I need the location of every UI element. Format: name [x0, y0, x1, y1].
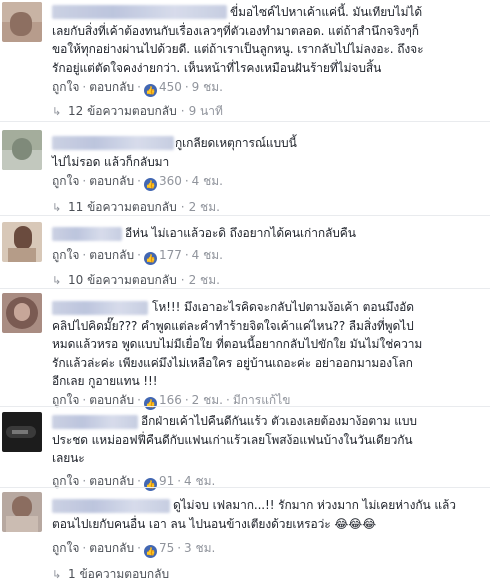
replies-time: 2 ชม.: [188, 273, 220, 287]
replies-link[interactable]: 1 ข้อความตอบกลับ: [68, 567, 169, 581]
view-replies[interactable]: ↳ 1 ข้อความตอบกลับ: [52, 566, 169, 582]
reply-link[interactable]: ตอบกลับ: [89, 248, 134, 262]
divider: [0, 121, 490, 122]
comment: อีห่น ไม่เอาแล้วอะดิ ถึงอยากได้คนเก่ากลั…: [0, 218, 490, 293]
comment-actions: ถูกใจ · ตอบกลับ · 👍 177 · 4 ชม.: [52, 248, 223, 265]
like-link[interactable]: ถูกใจ: [52, 474, 79, 488]
comment-text: โห!!! มึงเอาอะไรคิดจะกลับไปตามง้อเค้า ตอ…: [52, 300, 423, 388]
comment-actions: ถูกใจ · ตอบกลับ · 👍 360 · 4 ชม.: [52, 174, 223, 191]
comment-time[interactable]: 4 ชม.: [192, 248, 223, 262]
like-count[interactable]: 177: [159, 248, 182, 262]
like-link[interactable]: ถูกใจ: [52, 393, 79, 407]
replies-link[interactable]: 10 ข้อความตอบกลับ: [68, 273, 177, 287]
reply-arrow-icon: ↳: [52, 105, 62, 118]
comment: ดูไม่จบ เฟลมาก...!! รักมาก ห่วงมาก ไม่เค…: [0, 490, 490, 588]
reply-link[interactable]: ตอบกลับ: [89, 174, 134, 188]
thumbs-up-icon: 👍: [143, 178, 157, 191]
like-count[interactable]: 91: [159, 474, 174, 488]
thumbs-up-icon: 👍: [143, 252, 157, 265]
replies-time: 9 นาที: [188, 104, 223, 118]
comment-actions: ถูกใจ · ตอบกลับ · 👍 75 · 3 ชม.: [52, 541, 216, 558]
comment-text: ขี่มอไซค์ไปหาเค้าแค่นี้. มันเทียบไม่ได้ …: [52, 5, 424, 75]
reply-arrow-icon: ↳: [52, 568, 62, 581]
avatar[interactable]: [2, 130, 42, 170]
comment-time[interactable]: 4 ชม.: [192, 174, 223, 188]
reply-arrow-icon: ↳: [52, 274, 62, 287]
comment-text: ดูไม่จบ เฟลมาก...!! รักมาก ห่วงมาก ไม่เค…: [52, 498, 456, 531]
thumbs-up-icon: 👍: [143, 545, 157, 558]
view-replies[interactable]: ↳ 10 ข้อความตอบกลับ · 2 ชม.: [52, 272, 220, 288]
divider: [0, 215, 490, 216]
comment-actions: ถูกใจ · ตอบกลับ · 👍 450 · 9 ชม.: [52, 80, 223, 97]
replies-link[interactable]: 12 ข้อความตอบกลับ: [68, 104, 177, 118]
divider: [0, 288, 490, 289]
reply-link[interactable]: ตอบกลับ: [89, 541, 134, 555]
avatar[interactable]: [2, 412, 42, 452]
comment: ขี่มอไซค์ไปหาเค้าแค่นี้. มันเทียบไม่ได้ …: [0, 0, 490, 130]
comment-time[interactable]: 4 ชม.: [184, 474, 215, 488]
like-count[interactable]: 450: [159, 80, 182, 94]
reply-arrow-icon: ↳: [52, 201, 62, 214]
avatar[interactable]: [2, 293, 42, 333]
comment: อีกฝ่ายเค้าไปคืนดีกันแร้ว ตัวเองเลยต้องม…: [0, 409, 490, 491]
like-link[interactable]: ถูกใจ: [52, 174, 79, 188]
comment-time[interactable]: 2 ชม.: [192, 393, 223, 407]
replies-link[interactable]: 11 ข้อความตอบกลับ: [68, 200, 177, 214]
view-replies[interactable]: ↳ 12 ข้อความตอบกลับ · 9 นาที: [52, 103, 223, 119]
view-replies[interactable]: ↳ 11 ข้อความตอบกลับ · 2 ชม.: [52, 199, 220, 215]
comment-text: อีกฝ่ายเค้าไปคืนดีกันแร้ว ตัวเองเลยต้องม…: [52, 414, 417, 465]
reply-link[interactable]: ตอบกลับ: [89, 393, 134, 407]
like-link[interactable]: ถูกใจ: [52, 80, 79, 94]
reply-link[interactable]: ตอบกลับ: [89, 80, 134, 94]
comment: โห!!! มึงเอาอะไรคิดจะกลับไปตามง้อเค้า ตอ…: [0, 291, 490, 410]
thumbs-up-icon: 👍: [143, 84, 157, 97]
divider: [0, 487, 490, 488]
comment-time[interactable]: 9 ชม.: [192, 80, 223, 94]
avatar[interactable]: [2, 222, 42, 262]
like-link[interactable]: ถูกใจ: [52, 541, 79, 555]
like-link[interactable]: ถูกใจ: [52, 248, 79, 262]
reply-link[interactable]: ตอบกลับ: [89, 474, 134, 488]
divider: [0, 406, 490, 407]
edited-label[interactable]: มีการแก้ไข: [233, 393, 291, 407]
avatar[interactable]: [2, 492, 42, 532]
like-count[interactable]: 360: [159, 174, 182, 188]
comment: กูเกลียดเหตุการณ์แบบนี้ ไปไม่รอด แล้วก็ก…: [0, 124, 490, 214]
replies-time: 2 ชม.: [188, 200, 220, 214]
like-count[interactable]: 75: [159, 541, 174, 555]
comment-time[interactable]: 3 ชม.: [184, 541, 215, 555]
avatar[interactable]: [2, 2, 42, 42]
comment-text: กูเกลียดเหตุการณ์แบบนี้ ไปไม่รอด แล้วก็ก…: [52, 136, 297, 169]
comment-text: อีห่น ไม่เอาแล้วอะดิ ถึงอยากได้คนเก่ากลั…: [125, 226, 356, 240]
like-count[interactable]: 166: [159, 393, 182, 407]
